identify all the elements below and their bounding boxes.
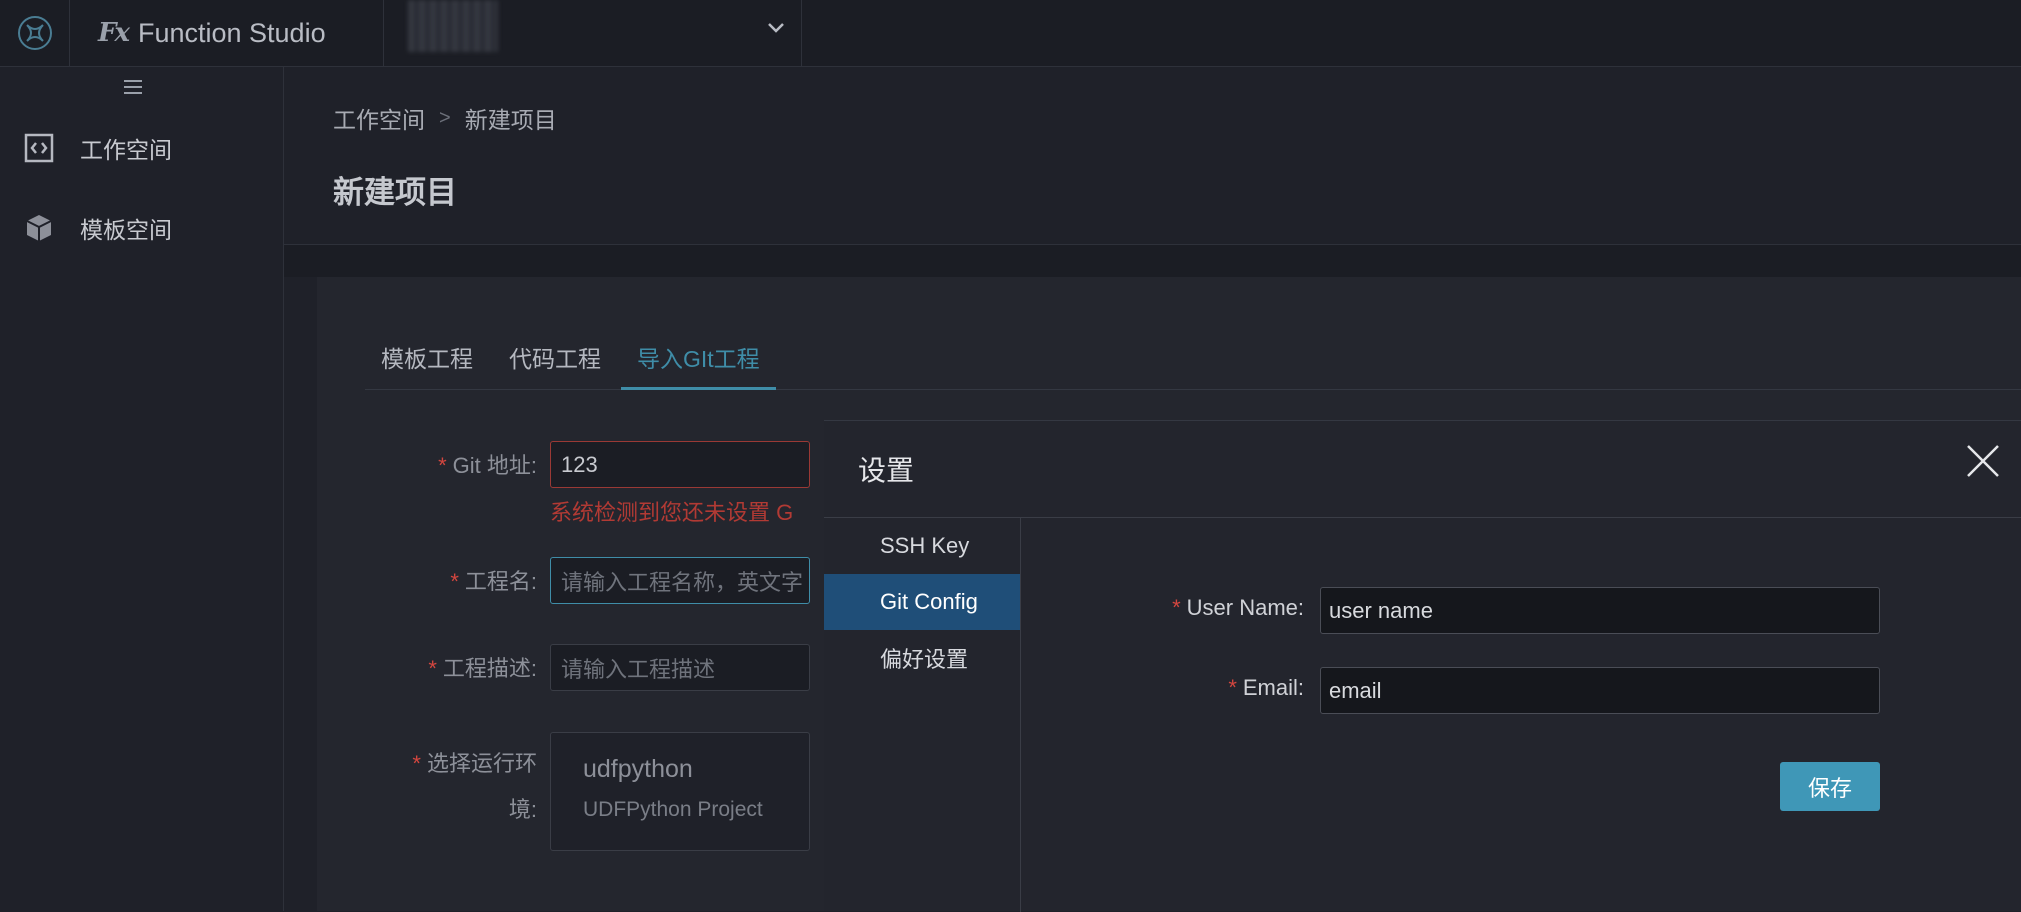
user-name-label: * User Name: <box>1172 595 1304 620</box>
nav-item-git-config[interactable]: Git Config <box>824 574 1020 630</box>
project-description-input[interactable]: 请输入工程描述 <box>550 644 810 691</box>
nav-item-preferences[interactable]: 偏好设置 <box>824 630 1020 686</box>
section-gap <box>284 245 2021 277</box>
runtime-name: udfpython <box>583 755 693 783</box>
logo-icon <box>17 16 52 50</box>
breadcrumb-item-workspace[interactable]: 工作空间 <box>333 101 425 135</box>
sidebar-item-workspace[interactable]: 工作空间 <box>0 118 284 178</box>
breadcrumb-item-current: 新建项目 <box>464 107 557 133</box>
runtime-description: UDFPython Project <box>583 798 763 821</box>
user-name-input[interactable]: user name <box>1320 587 1880 634</box>
page-title: 新建项目 <box>333 175 457 210</box>
settings-modal: 设置 SSH Key Git Config 偏好设置 * User Name: u… <box>824 420 2021 912</box>
fx-icon: Fx <box>98 18 130 48</box>
brand-name: Function Studio <box>137 17 326 48</box>
runtime-label: * 选择运行环 境: <box>412 751 537 822</box>
cube-icon <box>26 215 52 241</box>
email-label: * Email: <box>1228 675 1304 700</box>
brand[interactable]: Fx Function Studio <box>70 0 384 66</box>
project-type-tabs: 模板工程 代码工程 导入GIt工程 <box>365 339 2021 390</box>
modal-title: 设置 <box>858 455 915 486</box>
project-name-label: * 工程名: <box>450 569 537 594</box>
workspace-selector[interactable] <box>384 0 802 66</box>
tab-code-project[interactable]: 代码工程 <box>493 339 617 390</box>
chevron-down-icon <box>768 23 784 33</box>
close-icon[interactable] <box>1963 441 2003 481</box>
git-address-label: * Git 地址: <box>438 453 537 478</box>
tab-import-git[interactable]: 导入GIt工程 <box>621 339 776 390</box>
email-input[interactable]: email <box>1320 667 1880 714</box>
app-logo[interactable] <box>0 0 70 66</box>
tab-template-project[interactable]: 模板工程 <box>365 339 489 390</box>
settings-nav: SSH Key Git Config 偏好设置 <box>824 518 1021 912</box>
nav-item-ssh-key[interactable]: SSH Key <box>824 518 1020 574</box>
project-name-input[interactable]: 请输入工程名称，英文字 <box>550 557 810 604</box>
workspace-name-redacted <box>408 0 498 52</box>
sidebar-item-templates[interactable]: 模板空间 <box>0 198 284 258</box>
top-bar: Fx Function Studio <box>0 0 2021 67</box>
code-bracket-icon <box>24 133 54 163</box>
sidebar-item-label: 模板空间 <box>80 217 172 243</box>
breadcrumb-separator: > <box>439 106 451 129</box>
project-description-label: * 工程描述: <box>428 656 537 681</box>
runtime-option-udfpython[interactable]: udfpython UDFPython Project <box>550 732 810 851</box>
git-address-input[interactable]: 123 <box>550 441 810 488</box>
sidebar-item-label: 工作空间 <box>80 137 172 163</box>
sidebar: 工作空间 模板空间 <box>0 67 284 911</box>
git-address-error: 系统检测到您还未设置 G <box>550 500 794 525</box>
hamburger-icon[interactable] <box>121 77 145 97</box>
breadcrumb: 工作空间 > 新建项目 <box>333 101 557 135</box>
save-button[interactable]: 保存 <box>1780 762 1880 811</box>
